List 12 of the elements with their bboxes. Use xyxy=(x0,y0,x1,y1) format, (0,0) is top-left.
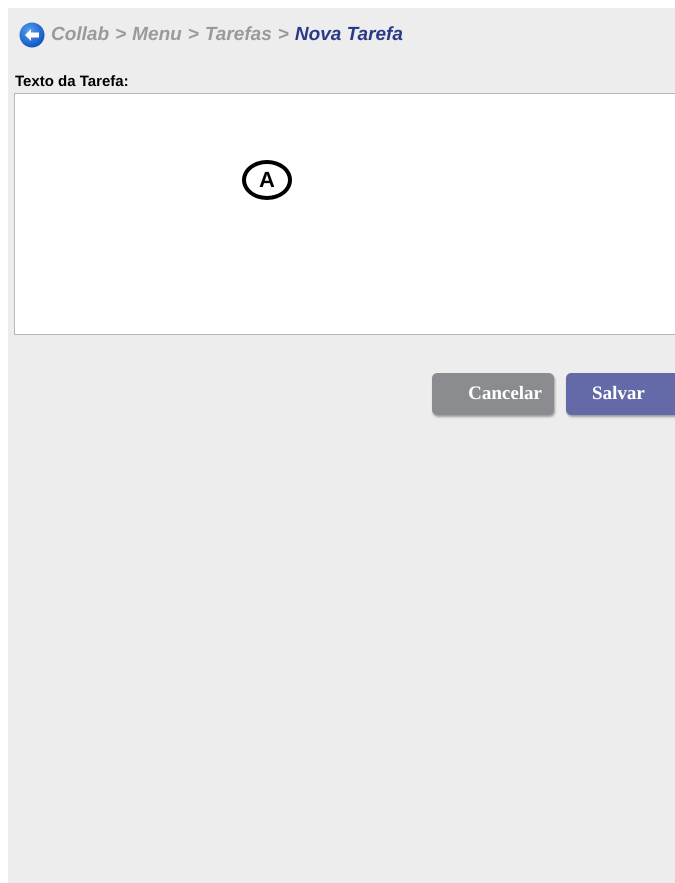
breadcrumb-separator: > xyxy=(115,24,126,46)
cancel-button[interactable]: Cancelar xyxy=(432,373,554,415)
task-text-area[interactable]: A xyxy=(14,93,675,335)
breadcrumb-current: Nova Tarefa xyxy=(294,24,403,46)
annotation-marker: A xyxy=(242,160,292,200)
breadcrumb-separator: > xyxy=(278,24,289,46)
field-label: Texto da Tarefa: xyxy=(15,73,130,90)
breadcrumb-link[interactable]: Tarefas xyxy=(204,24,272,46)
breadcrumb-separator: > xyxy=(188,24,199,46)
breadcrumb-link[interactable]: Collab xyxy=(51,24,110,46)
save-button[interactable]: Salvar xyxy=(566,373,675,415)
breadcrumb-link[interactable]: Menu xyxy=(132,24,182,46)
